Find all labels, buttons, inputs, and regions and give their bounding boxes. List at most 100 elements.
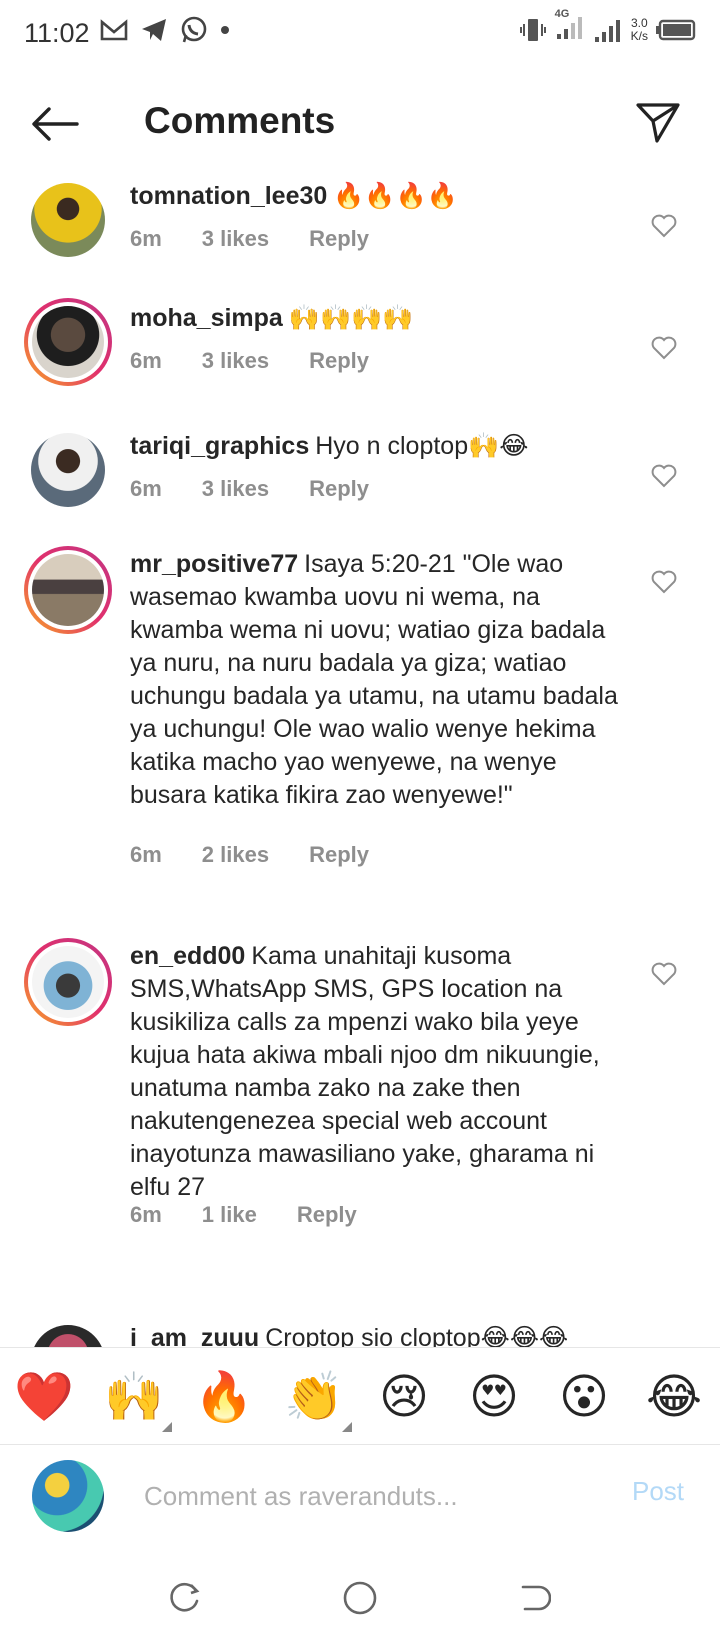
heart-icon	[651, 464, 677, 488]
battery-icon	[656, 19, 696, 40]
skin-tone-indicator	[342, 1422, 352, 1432]
share-button[interactable]	[630, 94, 686, 150]
current-user-avatar	[32, 1460, 104, 1532]
avatar[interactable]	[24, 938, 112, 1026]
home-button[interactable]	[338, 1576, 382, 1620]
comment-username[interactable]: tariqi_graphics	[130, 432, 309, 460]
comment-username[interactable]: moha_simpa	[130, 304, 283, 332]
comment-username[interactable]: en_edd00	[130, 942, 245, 970]
comment-item: tariqi_graphics Hyo n cloptop🙌😂 6m 3 like…	[0, 424, 720, 534]
emoji-heart-eyes-button[interactable]: 😍	[464, 1368, 524, 1428]
skin-tone-indicator	[162, 1422, 172, 1432]
system-icons: 4G 3.0 K/s	[519, 8, 696, 45]
reply-button[interactable]: Reply	[309, 226, 369, 252]
comment-body: Hyo n cloptop🙌😂	[315, 432, 529, 460]
paper-plane-icon	[636, 103, 680, 143]
emoji-clap: 👏	[284, 1371, 344, 1424]
avatar[interactable]	[24, 546, 112, 634]
vibrate-icon	[519, 18, 546, 41]
comment-text: tariqi_graphics Hyo n cloptop🙌😂	[130, 430, 620, 463]
comment-item: i_am_zuuu Croptop sio cloptop😂😂😂	[0, 1318, 720, 1347]
avatar-ring-inner	[28, 550, 108, 630]
comment-item: tomnation_lee30 🔥🔥🔥🔥 6m 3 likes Reply	[0, 172, 720, 282]
avatar[interactable]	[24, 176, 112, 264]
home-circle-icon	[343, 1581, 377, 1615]
heart-icon	[651, 570, 677, 594]
comment-meta: 6m 3 likes Reply	[130, 348, 409, 374]
emoji-heart-button[interactable]: ❤️	[14, 1368, 74, 1428]
avatar-image	[32, 946, 104, 1018]
like-button[interactable]	[648, 460, 680, 492]
comment-username[interactable]: i_am_zuuu	[130, 1324, 259, 1347]
like-button[interactable]	[648, 958, 680, 990]
comment-text: mr_positive77 Isaya 5:20-21 "Ole wao wase…	[130, 548, 620, 812]
back-nav-icon	[521, 1585, 551, 1611]
comment-list: tomnation_lee30 🔥🔥🔥🔥 6m 3 likes Reply moh…	[0, 172, 720, 1347]
like-button[interactable]	[648, 210, 680, 242]
dot-icon	[221, 26, 229, 34]
back-button[interactable]	[28, 102, 82, 146]
comment-likes[interactable]: 2 likes	[202, 842, 269, 868]
comment-composer: Post	[0, 1446, 720, 1556]
gmail-icon	[100, 19, 128, 41]
comment-body: 🙌🙌🙌🙌	[288, 304, 414, 332]
header: Comments	[0, 88, 720, 158]
avatar[interactable]	[24, 426, 112, 514]
status-time: 11:02	[24, 18, 90, 48]
network-speed: 3.0 K/s	[630, 15, 648, 43]
emoji-laughing-button[interactable]: 😂	[644, 1368, 704, 1428]
back-nav-button[interactable]	[512, 1576, 556, 1620]
comment-text: en_edd00 Kama unahitaji kusoma SMS,WhatsA…	[130, 940, 620, 1204]
reply-button[interactable]: Reply	[309, 476, 369, 502]
comment-text: i_am_zuuu Croptop sio cloptop😂😂😂	[130, 1322, 620, 1347]
recents-button[interactable]	[162, 1576, 206, 1620]
avatar[interactable]	[24, 1318, 112, 1347]
comment-meta: 6m 2 likes Reply	[130, 842, 409, 868]
reply-button[interactable]: Reply	[297, 1202, 357, 1228]
avatar-image	[31, 183, 105, 257]
emoji-clap-button[interactable]: 👏	[284, 1368, 352, 1432]
comment-text: tomnation_lee30 🔥🔥🔥🔥	[130, 180, 620, 213]
comment-likes[interactable]: 3 likes	[202, 348, 269, 374]
emoji-fire-button[interactable]: 🔥	[194, 1368, 254, 1428]
comment-likes[interactable]: 3 likes	[202, 476, 269, 502]
comment-body: Kama unahitaji kusoma SMS,WhatsApp SMS, …	[130, 942, 600, 1201]
arrow-left-icon	[32, 107, 79, 141]
speed-value: 3.0	[630, 15, 648, 30]
comment-text: moha_simpa 🙌🙌🙌🙌	[130, 302, 620, 335]
avatar[interactable]	[24, 298, 112, 386]
post-button[interactable]: Post	[632, 1476, 684, 1507]
emoji-surprised-button[interactable]: 😮	[554, 1368, 614, 1428]
heart-icon	[651, 962, 677, 986]
emoji-crying-button[interactable]: 😢	[374, 1368, 434, 1428]
status-bar: 11:02 4G 3.0 K/s	[0, 0, 720, 66]
avatar-image	[32, 306, 104, 378]
signal-icon	[594, 19, 620, 42]
reply-button[interactable]: Reply	[309, 842, 369, 868]
comment-username[interactable]: tomnation_lee30	[130, 182, 327, 210]
comment-likes[interactable]: 3 likes	[202, 226, 269, 252]
emoji-raised-hands-button[interactable]: 🙌	[104, 1368, 172, 1432]
speed-unit: K/s	[630, 28, 648, 43]
emoji-quick-bar: ❤️ 🙌 🔥 👏 😢 😍 😮 😂	[0, 1347, 720, 1445]
comment-item: moha_simpa 🙌🙌🙌🙌 6m 3 likes Reply	[0, 296, 720, 406]
like-button[interactable]	[648, 332, 680, 364]
whatsapp-icon	[181, 16, 207, 43]
comment-username[interactable]: mr_positive77	[130, 550, 298, 578]
recents-icon	[170, 1582, 200, 1612]
avatar-image	[32, 554, 104, 626]
like-button[interactable]	[648, 566, 680, 598]
comment-input[interactable]	[144, 1474, 564, 1518]
comment-time: 6m	[130, 1202, 162, 1227]
comment-likes[interactable]: 1 like	[202, 1202, 257, 1228]
reply-button[interactable]: Reply	[309, 348, 369, 374]
comment-time: 6m	[130, 476, 162, 501]
comment-time: 6m	[130, 842, 162, 867]
network-type: 4G	[554, 8, 570, 20]
emoji-raised-hands: 🙌	[104, 1371, 164, 1424]
comment-body: 🔥🔥🔥🔥	[333, 182, 458, 210]
avatar-ring-inner	[28, 302, 108, 382]
avatar-ring-inner	[28, 942, 108, 1022]
heart-icon	[651, 214, 677, 238]
comment-time: 6m	[130, 348, 162, 373]
